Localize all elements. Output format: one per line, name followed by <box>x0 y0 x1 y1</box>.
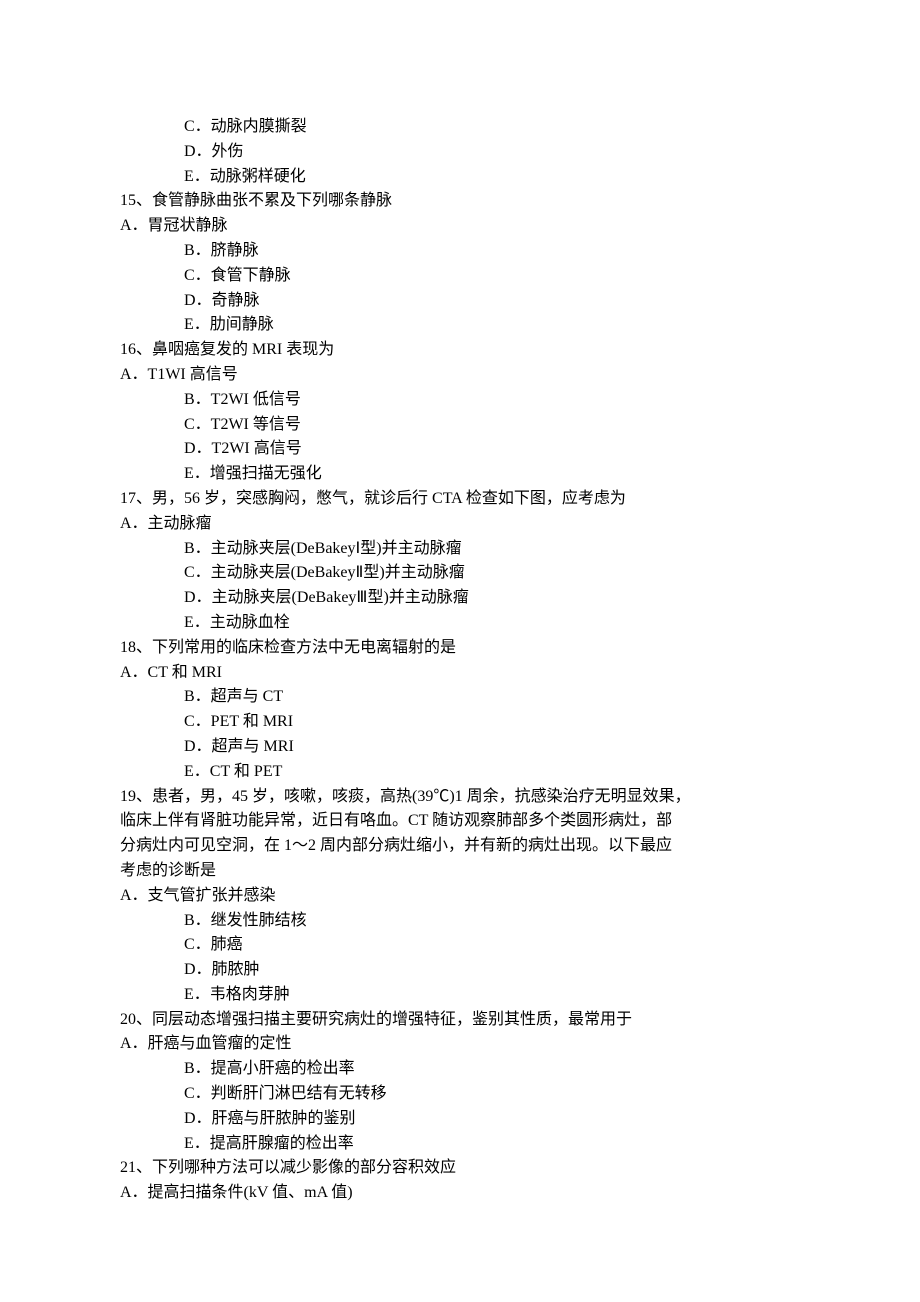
option-text: D．肺脓肿 <box>120 958 800 983</box>
question-number: 20、 <box>120 1011 152 1028</box>
option-text: A．肝癌与血管瘤的定性 <box>120 1032 800 1057</box>
stem-text: 鼻咽癌复发的 MRI 表现为 <box>152 341 334 358</box>
option-text: D．肝癌与肝脓肿的鉴别 <box>120 1107 800 1132</box>
option-text: B．主动脉夹层(DeBakeyⅠ型)并主动脉瘤 <box>120 537 800 562</box>
option-text: C．肺癌 <box>120 933 800 958</box>
option-text: E．主动脉血栓 <box>120 611 800 636</box>
option-text: E．增强扫描无强化 <box>120 462 800 487</box>
document-page: C．动脉内膜撕裂 D．外伤 E．动脉粥样硬化 15、食管静脉曲张不累及下列哪条静… <box>0 0 920 1302</box>
option-text: B．超声与 CT <box>120 685 800 710</box>
option-text: E．动脉粥样硬化 <box>120 165 800 190</box>
option-text: E．韦格肉芽肿 <box>120 983 800 1008</box>
option-text: B．继发性肺结核 <box>120 909 800 934</box>
option-text: B．脐静脉 <box>120 239 800 264</box>
question-number: 19、 <box>120 788 152 805</box>
option-text: E．提高肝腺瘤的检出率 <box>120 1132 800 1157</box>
question-stem: 15、食管静脉曲张不累及下列哪条静脉 <box>120 189 800 214</box>
stem-text: 男，56 岁，突感胸闷，憋气，就诊后行 CTA 检查如下图，应考虑为 <box>152 490 626 507</box>
option-text: A．CT 和 MRI <box>120 661 800 686</box>
stem-text: 下列哪种方法可以减少影像的部分容积效应 <box>152 1159 456 1176</box>
question-number: 21、 <box>120 1159 152 1176</box>
option-text: A．胃冠状静脉 <box>120 214 800 239</box>
question-stem: 18、下列常用的临床检查方法中无电离辐射的是 <box>120 636 800 661</box>
question-stem: 21、下列哪种方法可以减少影像的部分容积效应 <box>120 1156 800 1181</box>
option-text: A．T1WI 高信号 <box>120 363 800 388</box>
option-text: D．主动脉夹层(DeBakeyⅢ型)并主动脉瘤 <box>120 586 800 611</box>
question-number: 16、 <box>120 341 152 358</box>
option-text: A．提高扫描条件(kV 值、mA 值) <box>120 1181 800 1206</box>
option-text: A．主动脉瘤 <box>120 512 800 537</box>
option-text: B．提高小肝癌的检出率 <box>120 1057 800 1082</box>
stem-text: 下列常用的临床检查方法中无电离辐射的是 <box>152 639 456 656</box>
option-text: C．PET 和 MRI <box>120 710 800 735</box>
option-text: A．支气管扩张并感染 <box>120 884 800 909</box>
option-text: C．动脉内膜撕裂 <box>120 115 800 140</box>
option-text: C．T2WI 等信号 <box>120 413 800 438</box>
stem-text: 临床上伴有肾脏功能异常，近日有咯血。CT 随访观察肺部多个类圆形病灶，部 <box>120 809 800 834</box>
option-text: D．奇静脉 <box>120 289 800 314</box>
option-text: E．CT 和 PET <box>120 760 800 785</box>
question-number: 17、 <box>120 490 152 507</box>
option-text: B．T2WI 低信号 <box>120 388 800 413</box>
option-text: D．T2WI 高信号 <box>120 437 800 462</box>
option-text: C．主动脉夹层(DeBakeyⅡ型)并主动脉瘤 <box>120 561 800 586</box>
stem-text: 患者，男，45 岁，咳嗽，咳痰，高热(39℃)1 周余，抗感染治疗无明显效果， <box>152 788 691 805</box>
option-text: D．超声与 MRI <box>120 735 800 760</box>
option-text: C．食管下静脉 <box>120 264 800 289</box>
question-number: 15、 <box>120 192 152 209</box>
question-number: 18、 <box>120 639 152 656</box>
question-stem: 16、鼻咽癌复发的 MRI 表现为 <box>120 338 800 363</box>
option-text: D．外伤 <box>120 140 800 165</box>
option-text: E．肋间静脉 <box>120 313 800 338</box>
question-stem: 19、患者，男，45 岁，咳嗽，咳痰，高热(39℃)1 周余，抗感染治疗无明显效… <box>120 785 800 810</box>
option-text: C．判断肝门淋巴结有无转移 <box>120 1082 800 1107</box>
question-stem: 17、男，56 岁，突感胸闷，憋气，就诊后行 CTA 检查如下图，应考虑为 <box>120 487 800 512</box>
stem-text: 同层动态增强扫描主要研究病灶的增强特征，鉴别其性质，最常用于 <box>152 1011 632 1028</box>
stem-text: 食管静脉曲张不累及下列哪条静脉 <box>152 192 392 209</box>
stem-text: 考虑的诊断是 <box>120 859 800 884</box>
question-stem: 20、同层动态增强扫描主要研究病灶的增强特征，鉴别其性质，最常用于 <box>120 1008 800 1033</box>
stem-text: 分病灶内可见空洞，在 1～2 周内部分病灶缩小，并有新的病灶出现。以下最应 <box>120 834 800 859</box>
